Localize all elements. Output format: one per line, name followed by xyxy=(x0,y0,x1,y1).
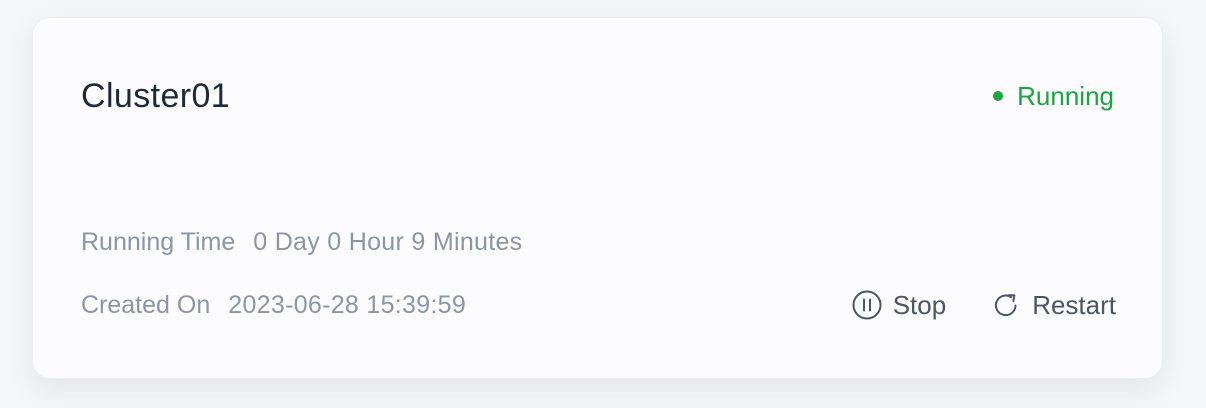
cluster-title: Cluster01 xyxy=(81,77,231,115)
page: Cluster01 Running Running Time 0 Day 0 H… xyxy=(0,0,1206,408)
pause-circle-icon xyxy=(851,289,883,321)
status-dot-icon xyxy=(993,91,1004,101)
stop-label: Stop xyxy=(892,290,947,320)
restart-icon xyxy=(990,289,1022,321)
cluster-status: Running xyxy=(993,80,1114,112)
running-time-label: Running Time xyxy=(81,228,236,256)
restart-button[interactable]: Restart xyxy=(990,288,1116,322)
cluster-card: Cluster01 Running Running Time 0 Day 0 H… xyxy=(32,17,1163,379)
restart-label: Restart xyxy=(1032,290,1116,320)
cluster-actions: Stop Restart xyxy=(851,288,1116,322)
created-on-value: 2023-06-28 15:39:59 xyxy=(228,291,467,319)
running-time-row: Running Time 0 Day 0 Hour 9 Minutes xyxy=(81,226,522,258)
stop-button[interactable]: Stop xyxy=(851,288,947,322)
created-on-row: Created On 2023-06-28 15:39:59 xyxy=(81,289,466,321)
created-on-label: Created On xyxy=(81,291,211,319)
running-time-value: 0 Day 0 Hour 9 Minutes xyxy=(253,228,523,256)
status-label: Running xyxy=(1017,81,1114,111)
